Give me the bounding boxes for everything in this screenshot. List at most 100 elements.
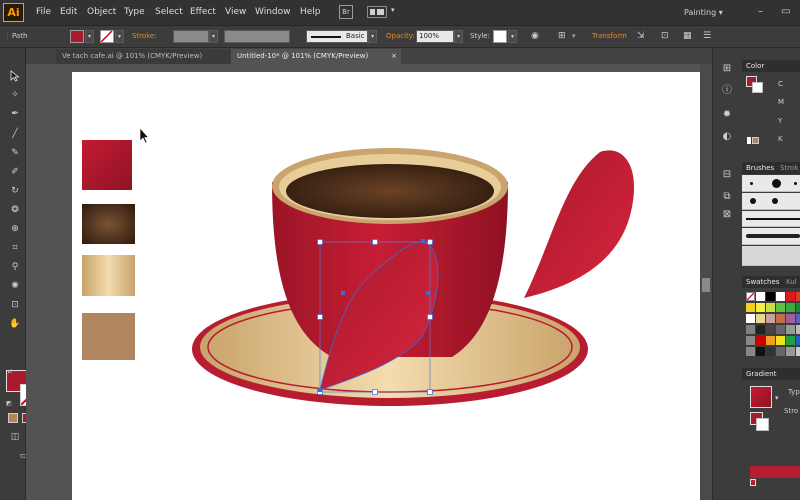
kuler-panel-tab[interactable]: Kul xyxy=(786,278,797,286)
brush-dropdown[interactable]: ▾ xyxy=(368,30,377,43)
panel-menu-icon[interactable]: ☰ xyxy=(703,31,711,41)
arrange-documents-button[interactable] xyxy=(367,6,387,18)
artboard[interactable] xyxy=(72,72,708,500)
envelope-icon[interactable]: ▦ xyxy=(683,31,692,41)
appearance-panel-icon[interactable]: ✹ xyxy=(720,108,734,122)
gradient-stop[interactable] xyxy=(750,479,756,486)
artboard-tool-icon[interactable]: ⊡ xyxy=(9,299,21,311)
brush-definition[interactable]: Basic xyxy=(306,30,368,43)
swatch-gray[interactable] xyxy=(746,325,755,334)
gradient-stroke-chip[interactable] xyxy=(756,418,769,431)
hand-tool-icon[interactable]: ✋ xyxy=(9,318,21,330)
style-dropdown[interactable]: ▾ xyxy=(508,30,517,43)
color-panel-icon[interactable]: ⊞ xyxy=(720,62,734,76)
magic-wand-tool-icon[interactable]: ✧ xyxy=(9,89,21,101)
transform-options-icon[interactable]: ⇲ xyxy=(637,31,645,41)
menu-help[interactable]: Help xyxy=(300,7,321,17)
draw-normal-icon[interactable]: ◫ xyxy=(9,431,21,443)
scroll-thumb[interactable] xyxy=(702,278,710,292)
menu-window[interactable]: Window xyxy=(255,7,291,17)
swatch-white[interactable] xyxy=(756,292,765,301)
isolate-icon[interactable]: ⊡ xyxy=(661,31,669,41)
brushes-panel-header[interactable]: Brushes Strok xyxy=(742,162,800,174)
swatch-green[interactable] xyxy=(786,303,795,312)
stroke-dropdown[interactable]: ▾ xyxy=(115,30,124,43)
swatch-green[interactable] xyxy=(786,336,795,345)
opacity-field[interactable]: 100% xyxy=(416,30,454,43)
transform-panel-icon[interactable]: ⊠ xyxy=(720,208,734,222)
swatch-black[interactable] xyxy=(766,292,775,301)
tab-ve-tach-cafe[interactable]: Ve tach cafe.ai @ 101% (CMYK/Preview)× xyxy=(56,49,240,64)
default-colors-icon[interactable]: ◩ xyxy=(3,398,15,410)
align-panel-icon[interactable]: ⊟ xyxy=(720,168,734,182)
symbol-sprayer-tool-icon[interactable]: ✺ xyxy=(9,280,21,292)
none-chip[interactable] xyxy=(747,137,751,144)
menu-view[interactable]: View xyxy=(225,7,246,17)
gradient-preview[interactable] xyxy=(750,386,772,408)
pathfinder-panel-icon[interactable]: ⧉ xyxy=(720,190,734,204)
transform-link[interactable]: Transform xyxy=(592,32,627,40)
swatch-cream[interactable] xyxy=(756,314,765,323)
shape-builder-tool-icon[interactable]: ⊕ xyxy=(9,223,21,235)
graphic-style-swatch[interactable] xyxy=(493,30,507,43)
swatch-none[interactable] xyxy=(746,292,755,301)
stroke-weight-field[interactable] xyxy=(173,30,209,43)
menu-effect[interactable]: Effect xyxy=(190,7,216,17)
swatch-blue[interactable] xyxy=(796,336,800,345)
vertical-scrollbar[interactable] xyxy=(700,64,712,500)
tab-untitled-10[interactable]: Untitled-10* @ 101% (CMYK/Preview) × xyxy=(231,49,401,64)
canvas-area[interactable] xyxy=(26,64,712,500)
fill-dropdown[interactable]: ▾ xyxy=(85,30,94,43)
swatch-dark[interactable] xyxy=(766,347,775,356)
gradient-slider-bar[interactable] xyxy=(750,466,800,478)
menu-file[interactable]: File xyxy=(36,7,51,17)
swatch-red[interactable] xyxy=(756,336,765,345)
brush-dots-row[interactable] xyxy=(742,193,800,210)
stroke-swatch[interactable] xyxy=(100,30,114,43)
brush-dots-row[interactable] xyxy=(742,175,800,192)
warp-tool-icon[interactable]: ❂ xyxy=(9,204,21,216)
selection-tool-icon[interactable] xyxy=(9,70,21,82)
swatch-gray[interactable] xyxy=(796,347,800,356)
swatch-purple[interactable] xyxy=(786,314,795,323)
swatch-dark[interactable] xyxy=(766,325,775,334)
transparency-panel-icon[interactable]: ◐ xyxy=(720,130,734,144)
eyedropper-tool-icon[interactable]: ⚲ xyxy=(9,261,21,273)
stroke-label[interactable]: Stroke: xyxy=(132,32,157,40)
swatch-folder[interactable] xyxy=(746,347,755,356)
swatch-green[interactable] xyxy=(776,303,785,312)
pen-tool-icon[interactable]: ✒ xyxy=(9,108,21,120)
menu-edit[interactable]: Edit xyxy=(60,7,77,17)
swatch-gray[interactable] xyxy=(776,347,785,356)
close-tab-icon[interactable]: × xyxy=(391,49,397,63)
rotate-tool-icon[interactable]: ↻ xyxy=(9,185,21,197)
chevron-down-icon[interactable]: ▾ xyxy=(775,394,779,402)
align-icon[interactable]: ⊞ xyxy=(558,31,566,41)
swatches-panel-header[interactable]: Swatches Kul xyxy=(742,276,800,288)
recolor-artwork-icon[interactable]: ◉ xyxy=(531,31,539,41)
workspace-switcher[interactable]: Painting ▾ xyxy=(684,8,723,17)
opacity-label[interactable]: Opacity: xyxy=(386,32,415,40)
color-panel-stroke[interactable] xyxy=(752,82,763,93)
gradient-panel-header[interactable]: Gradient xyxy=(742,368,800,380)
mesh-tool-icon[interactable]: ⌗ xyxy=(9,242,21,254)
paintbrush-tool-icon[interactable]: ✎ xyxy=(9,147,21,159)
stroke-weight-dropdown[interactable]: ▾ xyxy=(209,30,218,43)
swatch-blue[interactable] xyxy=(796,314,800,323)
swatch-white[interactable] xyxy=(746,314,755,323)
swatch-green[interactable] xyxy=(796,303,800,312)
minimize-button[interactable]: – xyxy=(758,6,763,17)
swatch-yellow[interactable] xyxy=(776,336,785,345)
swatch-lime[interactable] xyxy=(766,303,775,312)
fill-swatch[interactable] xyxy=(70,30,84,43)
menu-type[interactable]: Type xyxy=(124,7,145,17)
swatch-gray[interactable] xyxy=(786,325,795,334)
swatch-yellow[interactable] xyxy=(756,303,765,312)
brush-charcoal-row[interactable] xyxy=(742,228,800,245)
swatch-rose[interactable] xyxy=(766,314,775,323)
brush-line-row[interactable] xyxy=(742,211,800,227)
swatch-red[interactable] xyxy=(786,292,795,301)
menu-select[interactable]: Select xyxy=(155,7,183,17)
color-mode-button[interactable] xyxy=(8,413,18,423)
swatch-gray[interactable] xyxy=(776,325,785,334)
